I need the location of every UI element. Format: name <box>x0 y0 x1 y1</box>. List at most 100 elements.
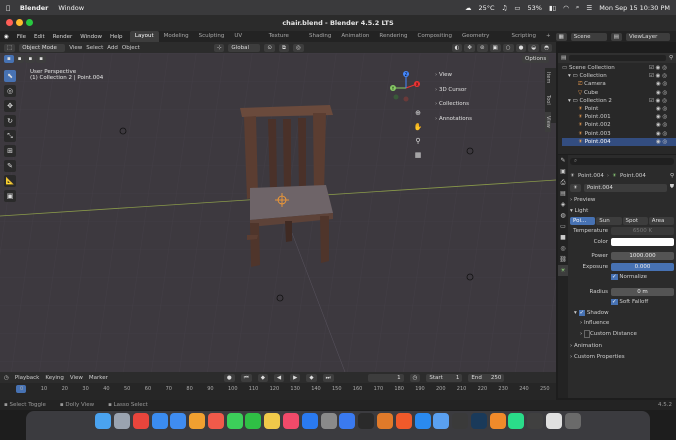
tab-view[interactable]: View <box>545 112 551 132</box>
play-reverse-icon[interactable]: ◀ <box>273 373 285 382</box>
panel-custom-properties[interactable]: › Custom Properties <box>570 352 674 363</box>
select-extend-icon[interactable]: ▪ <box>14 55 25 63</box>
tab-texture-paint[interactable]: Texture Paint <box>264 31 304 50</box>
tab-geometry-nodes[interactable]: Geometry Nodes <box>457 31 507 50</box>
display-icon[interactable]: ▭ <box>514 4 520 12</box>
physics-props-icon[interactable]: ◎ <box>558 243 568 254</box>
tab-modeling[interactable]: Modeling <box>159 31 194 42</box>
menu-file[interactable]: File <box>13 34 30 40</box>
preview-range-icon[interactable]: ◷ <box>409 373 421 382</box>
soft-falloff-checkbox[interactable]: ✓ Soft Falloff <box>570 297 674 308</box>
dock-terminal-icon[interactable] <box>358 413 375 429</box>
panel-annotations[interactable]: › Annotations <box>435 112 472 127</box>
tab-scripting[interactable]: Scripting <box>507 31 541 42</box>
options-button[interactable]: Options <box>522 55 550 63</box>
blender-logo-icon[interactable]: ◉ <box>0 34 13 40</box>
checkbox-icon[interactable]: ☑ ◉ ◎ <box>649 64 673 72</box>
select-subtract-icon[interactable]: ▪ <box>25 55 36 63</box>
menu-edit[interactable]: Edit <box>30 34 49 40</box>
frame-end-field[interactable]: End 250 <box>468 373 505 382</box>
dock-safari-icon[interactable] <box>151 413 168 429</box>
add-cube-tool-icon[interactable]: ▣ <box>4 190 16 202</box>
cursor-tool-icon[interactable]: ◎ <box>4 85 16 97</box>
properties-search-input[interactable]: ⌕ <box>570 158 674 165</box>
view-layer-props-icon[interactable]: ▤ <box>558 188 568 199</box>
dock-photos-icon[interactable] <box>189 413 206 429</box>
outliner-editor-icon[interactable]: ▤ <box>561 55 566 61</box>
tab-layout[interactable]: Layout <box>129 31 159 42</box>
tab-animation[interactable]: Animation <box>336 31 374 42</box>
scene-props-icon[interactable]: ◈ <box>558 199 568 210</box>
snap-icon[interactable]: ⧉ <box>279 43 289 52</box>
constraints-props-icon[interactable]: ⛓ <box>558 254 568 265</box>
editor-type-icon[interactable]: ⬚ <box>4 43 16 52</box>
prev-keyframe-icon[interactable]: ◆ <box>257 373 268 382</box>
auto-keying-icon[interactable]: ● <box>223 373 235 382</box>
light-type-sun[interactable]: Sun <box>596 217 622 225</box>
datetime[interactable]: Mon Sep 15 10:30 PM <box>599 4 670 12</box>
timeline-menu-marker[interactable]: Marker <box>89 375 108 381</box>
output-props-icon[interactable]: ⎙ <box>558 177 568 188</box>
dock-vs-code-icon[interactable] <box>414 413 431 429</box>
orientation-icon[interactable]: ⊹ <box>213 43 225 52</box>
panel-view[interactable]: › View <box>435 68 472 83</box>
dock-mail-icon[interactable] <box>170 413 187 429</box>
tab-item[interactable]: Item <box>545 68 551 88</box>
dock-brave-icon[interactable] <box>395 413 412 429</box>
battery-icon[interactable]: ▮▯ <box>549 4 556 12</box>
frame-start-field[interactable]: Start 1 <box>426 373 463 382</box>
timeline-ruler[interactable]: 0 10 20 30 40 50 60 70 80 90 100 110 120 130 140 150 160… <box>0 383 556 400</box>
filter-icon[interactable]: ⚲ <box>669 55 673 61</box>
tab-sculpting[interactable]: Sculpting <box>194 31 230 42</box>
render-props-icon[interactable]: ▣ <box>558 166 568 177</box>
move-tool-icon[interactable]: ✥ <box>4 100 16 112</box>
temperature-field[interactable]: 6500 K <box>611 227 674 236</box>
menu-render[interactable]: Render <box>49 34 77 40</box>
light-type-area[interactable]: Area <box>648 217 674 225</box>
pin-icon[interactable]: ⚲ <box>670 173 674 179</box>
timeline-menu-playback[interactable]: Playback <box>15 375 40 381</box>
datablock-name-field[interactable]: Point.004 <box>583 183 667 192</box>
visibility-icon[interactable]: ◐ <box>451 43 463 52</box>
rotate-tool-icon[interactable]: ↻ <box>4 115 16 127</box>
normalize-checkbox[interactable]: ✓ Normalize <box>570 272 674 283</box>
scene-icon[interactable]: ▦ <box>555 32 567 41</box>
light-type-spot[interactable]: Spot <box>622 217 648 225</box>
timeline-menu-view[interactable]: View <box>70 375 83 381</box>
collection-props-icon[interactable]: ▭ <box>558 221 568 232</box>
dock-sublime-icon[interactable] <box>489 413 506 429</box>
dock-activity-monitor-icon[interactable] <box>452 413 469 429</box>
menu-help[interactable]: Help <box>106 34 127 40</box>
dock-app-store-icon[interactable] <box>301 413 318 429</box>
weather-icon[interactable]: ☁ <box>465 4 472 12</box>
mode-selector[interactable]: Object Mode <box>19 43 66 52</box>
panel-influence[interactable]: › Influence <box>570 318 674 329</box>
dock-launchpad-icon[interactable] <box>114 413 131 429</box>
dock-steam-icon[interactable] <box>470 413 487 429</box>
tab-shading[interactable]: Shading <box>304 31 336 42</box>
timeline-menu-keying[interactable]: Keying <box>45 375 63 381</box>
dock-xcode-icon[interactable] <box>339 413 356 429</box>
pivot-icon[interactable]: ⊙ <box>264 43 276 52</box>
view-layer-selector[interactable]: ViewLayer <box>626 32 670 41</box>
timeline-editor-icon[interactable]: ◷ <box>4 375 9 381</box>
menu-object[interactable]: Object <box>122 45 140 51</box>
window-menu[interactable]: Window <box>58 4 84 12</box>
datablock-type-icon[interactable]: ☀ <box>570 183 581 192</box>
dock-chrome-icon[interactable] <box>132 413 149 429</box>
panel-preview[interactable]: › Preview <box>570 195 674 206</box>
music-icon[interactable]: ♫ <box>502 4 508 12</box>
search-icon[interactable]: ⌕ <box>576 3 580 12</box>
zoom-icon[interactable]: ⊕ <box>413 109 423 123</box>
panel-collections[interactable]: › Collections <box>435 97 472 112</box>
dock-finder-icon[interactable] <box>95 413 112 429</box>
shading-material-icon[interactable]: ◒ <box>528 43 540 52</box>
transform-tool-icon[interactable]: ⊞ <box>4 145 16 157</box>
light-data-props-icon[interactable]: ☀ <box>558 265 568 276</box>
dock-trash-icon[interactable] <box>564 413 581 429</box>
select-invert-icon[interactable]: ▪ <box>36 55 46 63</box>
select-box-mode-icon[interactable]: ▪ <box>4 55 14 63</box>
tab-uv-editing[interactable]: UV Editing <box>229 31 263 50</box>
dock-preview-icon[interactable] <box>433 413 450 429</box>
tab-compositing[interactable]: Compositing <box>413 31 457 42</box>
